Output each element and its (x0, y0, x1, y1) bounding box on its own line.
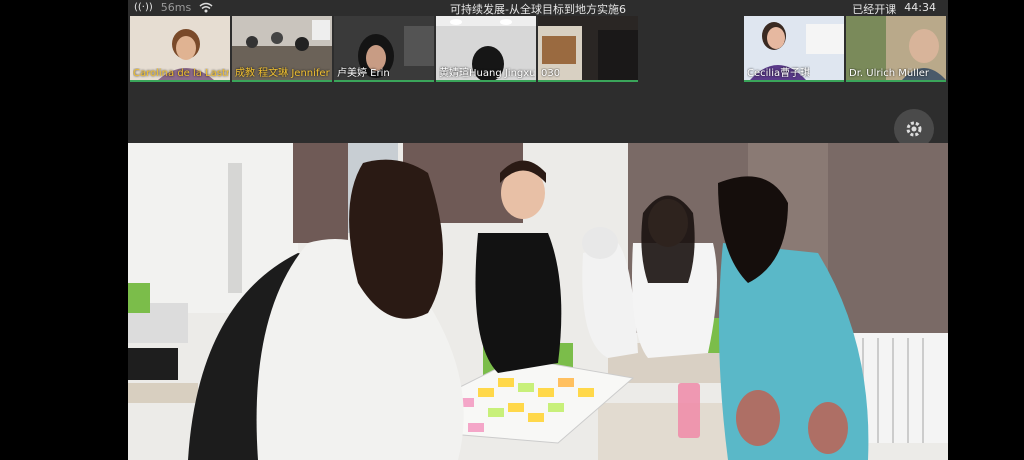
participant-tile[interactable]: Dr. Ulrich Müller (846, 16, 946, 82)
meeting-timer: 44:34 (904, 1, 936, 14)
participant-name: 030 (541, 68, 561, 79)
participant-tile[interactable]: Cecilia曹子琪 (744, 16, 844, 82)
gear-icon (906, 121, 922, 137)
participant-tile[interactable]: 卢美婷 Erin (334, 16, 434, 82)
participant-tile[interactable]: 030 (538, 16, 638, 82)
main-video (128, 143, 948, 460)
meeting-title: 可持续发展-从全球目标到地方实施6 (450, 3, 626, 16)
participant-name: 黄婧瑄Huang Jingxu (439, 68, 535, 79)
participant-name: Carolina de la Lastra (133, 68, 229, 79)
participant-tile[interactable]: 成教 程文琳 Jennifer (232, 16, 332, 82)
participant-tile[interactable]: 黄婧瑄Huang Jingxu (436, 16, 536, 82)
meeting-app: ((·)) 56ms 可持续发展-从全球目标到地方实施6 已经开课 44:34 … (128, 0, 948, 460)
class-status: 已经开课 (852, 3, 897, 16)
participant-name: Dr. Ulrich Müller (849, 68, 930, 79)
participant-name: 成教 程文琳 Jennifer (235, 68, 330, 79)
status-bar: ((·)) 56ms 可持续发展-从全球目标到地方实施6 已经开课 44:34 (128, 0, 948, 16)
participant-tile[interactable]: Carolina de la Lastra (130, 16, 230, 82)
classroom-video-feed (128, 143, 948, 460)
participant-strip: Carolina de la Lastra 成教 程文琳 Jennifer 卢美… (128, 16, 948, 82)
participant-name: Cecilia曹子琪 (747, 68, 811, 79)
participant-name: 卢美婷 Erin (337, 68, 390, 79)
